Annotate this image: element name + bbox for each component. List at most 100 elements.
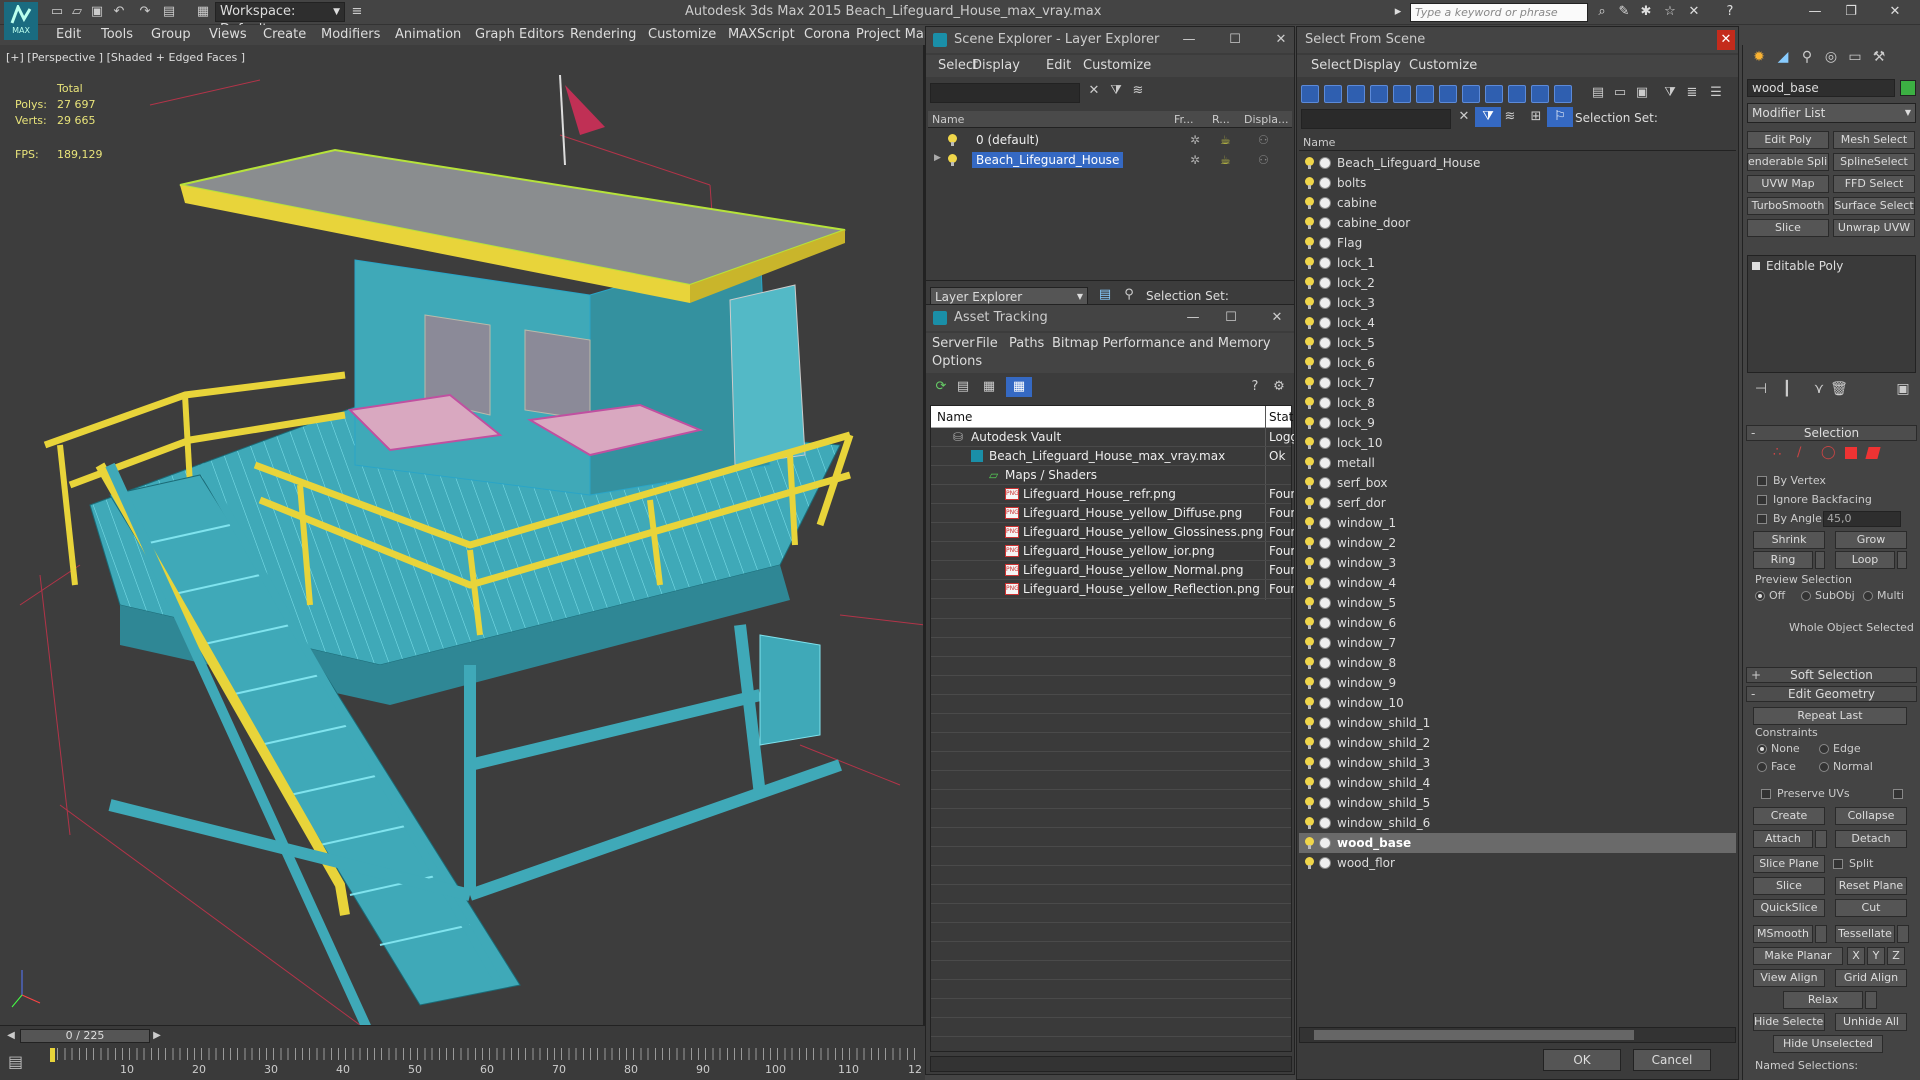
object-row[interactable]: window_4 (1299, 573, 1736, 593)
table-row[interactable]: Beach_Lifeguard_House_max_vray.max Ok (931, 447, 1291, 466)
menu-rendering[interactable]: Rendering (570, 27, 636, 42)
lightbulb-icon[interactable] (1305, 437, 1314, 449)
table-row[interactable]: ▱ Maps / Shaders (931, 466, 1291, 485)
display-icon[interactable]: ⚇ (1258, 153, 1269, 167)
lightbulb-icon[interactable] (1305, 617, 1314, 629)
scrollbar-thumb[interactable] (1314, 1030, 1634, 1040)
layer-explorer-icon[interactable]: ▤ (1092, 285, 1118, 305)
lightbulb-icon[interactable] (1305, 817, 1314, 829)
pin-stack-icon[interactable]: ⊣ (1751, 381, 1771, 399)
favorites-star-icon[interactable]: ☆ (1660, 3, 1680, 21)
frame-counter[interactable]: 0 / 225 (20, 1029, 150, 1043)
undo-icon[interactable]: ↶ (110, 4, 128, 20)
layers-icon[interactable]: ≋ (1125, 81, 1151, 101)
viewport-label[interactable]: [+] [Perspective ] [Shaded + Edged Faces… (6, 51, 245, 64)
object-row[interactable]: lock_7 (1299, 373, 1736, 393)
restore-icon[interactable]: ❐ (1836, 2, 1866, 22)
object-row[interactable]: lock_10 (1299, 433, 1736, 453)
exchange-icon[interactable]: ✱ (1636, 3, 1656, 21)
lightbulb-icon[interactable] (1305, 777, 1314, 789)
preview-multi-radio[interactable] (1863, 591, 1873, 601)
lightbulb-icon[interactable] (1305, 277, 1314, 289)
lightbulb-icon[interactable] (1305, 757, 1314, 769)
object-row[interactable]: window_shild_3 (1299, 753, 1736, 773)
menu-views[interactable]: Views (209, 27, 247, 42)
column-name[interactable]: Name (937, 410, 972, 424)
object-row[interactable]: lock_3 (1299, 293, 1736, 313)
close-icon[interactable]: ✕ (1264, 308, 1290, 328)
constraint-normal-radio[interactable] (1819, 762, 1829, 772)
modifier-button-unwrap-uvw[interactable]: Unwrap UVW (1833, 219, 1915, 237)
hierarchy-tab-icon[interactable]: ⚲ (1797, 49, 1817, 67)
sfs-menu-select[interactable]: Select (1311, 58, 1351, 73)
search-arrow-icon[interactable]: ▸ (1388, 3, 1408, 21)
lightbulb-icon[interactable] (1305, 377, 1314, 389)
split-checkbox[interactable] (1833, 859, 1843, 869)
object-name-field[interactable]: wood_base (1747, 79, 1895, 97)
modifier-button-uvw-map[interactable]: UVW Map (1747, 175, 1829, 193)
menu-edit[interactable]: Edit (56, 27, 81, 42)
object-row[interactable]: serf_box (1299, 473, 1736, 493)
close-icon[interactable]: ✕ (1268, 30, 1294, 50)
at-menu-paths[interactable]: Paths (1009, 336, 1044, 351)
object-row[interactable]: lock_4 (1299, 313, 1736, 333)
object-row[interactable]: metall (1299, 453, 1736, 473)
menu-group[interactable]: Group (151, 27, 191, 42)
sfs-menu-display[interactable]: Display (1353, 58, 1401, 73)
redo-icon[interactable]: ↷ (136, 4, 154, 20)
create-tab-icon[interactable]: ✹ (1749, 49, 1769, 67)
display-lights-icon[interactable] (1347, 85, 1365, 103)
lightbulb-icon[interactable] (1305, 477, 1314, 489)
lightbulb-icon[interactable] (1305, 257, 1314, 269)
close-icon[interactable]: ✕ (1717, 30, 1735, 50)
attach-settings-icon[interactable] (1815, 830, 1827, 848)
make-planar-button[interactable]: Make Planar (1753, 947, 1843, 965)
object-row[interactable]: cabine_door (1299, 213, 1736, 233)
menu-modifiers[interactable]: Modifiers (321, 27, 380, 42)
close-icon[interactable]: ✕ (1880, 2, 1910, 22)
hierarchy-icon[interactable]: ⚲ (1116, 285, 1142, 305)
lightbulb-icon[interactable] (1305, 557, 1314, 569)
minimize-icon[interactable]: — (1180, 308, 1206, 328)
lightbulb-icon[interactable] (1305, 357, 1314, 369)
column-freeze[interactable]: Fr... (1174, 113, 1194, 126)
lightbulb-icon[interactable] (1305, 297, 1314, 309)
help-icon[interactable]: ? (1720, 3, 1740, 21)
help-icon[interactable]: ? (1242, 377, 1268, 397)
time-slider-handle[interactable] (50, 1048, 55, 1062)
object-row[interactable]: window_8 (1299, 653, 1736, 673)
object-row[interactable]: window_2 (1299, 533, 1736, 553)
vertex-mode-icon[interactable]: ∴ (1773, 445, 1781, 460)
sort-icon[interactable]: ≣ (1679, 83, 1705, 103)
object-row[interactable]: Beach_Lifeguard_House (1299, 153, 1736, 173)
table-row[interactable]: ⛁ Autodesk Vault Logg (931, 428, 1294, 447)
maximize-icon[interactable]: ☐ (1218, 308, 1244, 328)
close-search-icon[interactable]: ✕ (1684, 3, 1704, 21)
lightbulb-icon[interactable] (1305, 797, 1314, 809)
border-mode-icon[interactable]: ◯ (1821, 445, 1836, 460)
object-row[interactable]: window_7 (1299, 633, 1736, 653)
modifier-button-slice[interactable]: Slice (1747, 219, 1829, 237)
object-row[interactable]: lock_1 (1299, 253, 1736, 273)
cancel-button[interactable]: Cancel (1633, 1049, 1711, 1071)
menu-animation[interactable]: Animation (395, 27, 461, 42)
hierarchy-icon[interactable]: ☰ (1703, 83, 1729, 103)
utilities-tab-icon[interactable]: ⚒ (1869, 49, 1889, 67)
lightbulb-icon[interactable] (1305, 317, 1314, 329)
display-geometry-icon[interactable] (1301, 85, 1319, 103)
object-row[interactable]: serf_dor (1299, 493, 1736, 513)
tessellate-settings-icon[interactable] (1897, 925, 1909, 943)
find-input[interactable] (1301, 109, 1451, 129)
modifier-button-surface-select[interactable]: Surface Select (1833, 197, 1915, 215)
object-row[interactable]: wood_flor (1299, 853, 1736, 873)
object-row[interactable]: window_9 (1299, 673, 1736, 693)
preserve-uvs-checkbox[interactable] (1761, 789, 1771, 799)
object-row[interactable]: window_shild_2 (1299, 733, 1736, 753)
open-file-icon[interactable]: ▱ (68, 4, 86, 20)
planar-x-button[interactable]: X (1847, 947, 1865, 965)
new-file-icon[interactable]: ▭ (48, 4, 66, 20)
maximize-icon[interactable]: ☐ (1222, 30, 1248, 50)
table-row[interactable]: PNG Lifeguard_House_yellow_Glossiness.png… (931, 523, 1294, 542)
lightbulb-icon[interactable] (1305, 637, 1314, 649)
display-frozen-icon[interactable] (1531, 85, 1549, 103)
